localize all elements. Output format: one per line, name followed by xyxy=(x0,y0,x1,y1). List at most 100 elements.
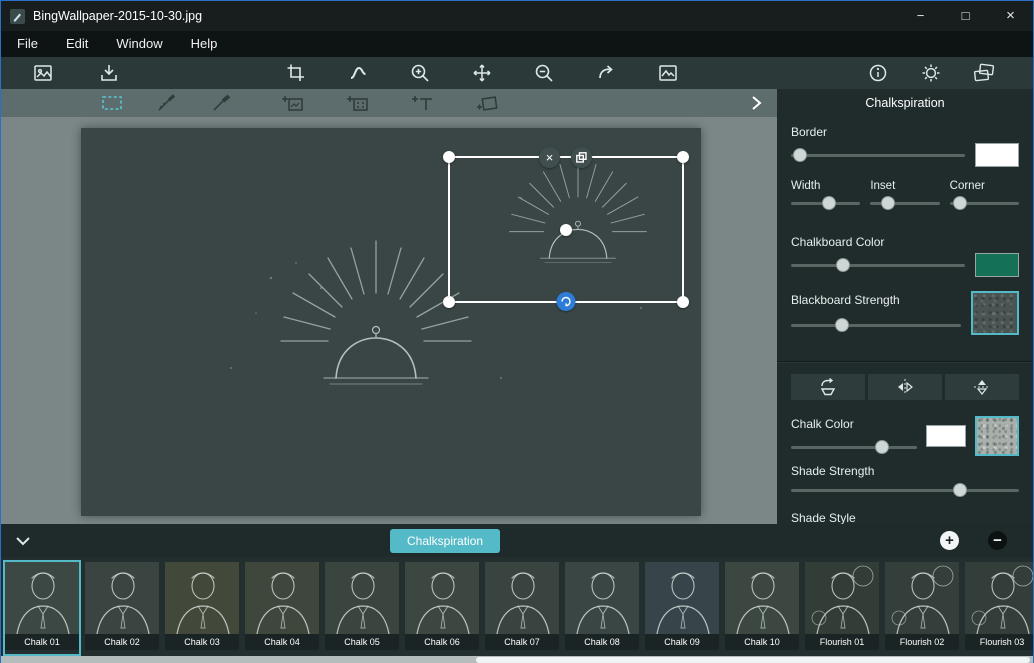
selection-handle-bottom-left[interactable] xyxy=(443,296,455,308)
selection-handle-top-left[interactable] xyxy=(443,151,455,163)
scrollbar-thumb[interactable] xyxy=(476,657,1030,663)
filmstrip-item[interactable]: Chalk 03 xyxy=(163,560,241,656)
duplicate-selection-button[interactable] xyxy=(571,147,592,168)
thumbnail-label: Chalk 08 xyxy=(565,634,639,650)
thumbnail-image xyxy=(965,562,1033,634)
chalkboard-color-label: Chalkboard Color xyxy=(791,235,1019,249)
add-text-icon[interactable] xyxy=(409,90,435,116)
filmstrip-item[interactable]: Flourish 03 xyxy=(963,560,1033,656)
filmstrip-item[interactable]: Chalk 02 xyxy=(83,560,161,656)
select-tool-icon[interactable] xyxy=(99,90,125,116)
panel-title: Chalkspiration xyxy=(777,89,1033,117)
redo-icon[interactable] xyxy=(591,58,621,88)
filmstrip-item[interactable]: Flourish 01 xyxy=(803,560,881,656)
filmstrip: Chalk 01 Chalk 02 Chalk 03 Chalk 04 Chal… xyxy=(1,557,1033,656)
rotate-button[interactable] xyxy=(791,374,865,400)
menu-edit[interactable]: Edit xyxy=(52,31,102,57)
flip-horizontal-button[interactable] xyxy=(868,374,942,400)
app-window: BingWallpaper-2015-10-30.jpg − □ × File … xyxy=(0,0,1034,663)
crop-icon[interactable] xyxy=(281,58,311,88)
thumbnail-image xyxy=(405,562,479,634)
bottombar: Chalkspiration + − xyxy=(1,524,1033,557)
blackboard-strength-label: Blackboard Strength xyxy=(791,293,961,307)
filmstrip-item[interactable]: Chalk 08 xyxy=(563,560,641,656)
add-pattern-icon[interactable] xyxy=(344,90,370,116)
filmstrip-item[interactable]: Chalk 01 xyxy=(3,560,81,656)
blackboard-strength-slider[interactable] xyxy=(791,317,961,333)
zoom-out-icon[interactable] xyxy=(529,58,559,88)
window-controls: − □ × xyxy=(898,1,1033,31)
selection-handle-top-right[interactable] xyxy=(677,151,689,163)
expand-chevron-icon[interactable] xyxy=(743,90,769,116)
thumbnail-label: Flourish 01 xyxy=(805,634,879,650)
chalk-color-slider[interactable] xyxy=(791,439,917,455)
selection-box[interactable]: × xyxy=(448,156,684,303)
window-title: BingWallpaper-2015-10-30.jpg xyxy=(33,9,202,23)
selection-handle-center[interactable] xyxy=(560,224,572,236)
thumbnail-label: Chalk 04 xyxy=(245,634,319,650)
zoom-in-icon[interactable] xyxy=(405,58,435,88)
corner-label: Corner xyxy=(950,179,1019,193)
effects-gallery-icon[interactable] xyxy=(969,58,999,88)
filmstrip-item[interactable]: Chalk 04 xyxy=(243,560,321,656)
delete-selection-button[interactable]: × xyxy=(539,147,560,168)
settings-gear-icon[interactable] xyxy=(916,58,946,88)
border-color-swatch[interactable] xyxy=(975,143,1019,167)
canvas-image[interactable]: × xyxy=(81,128,701,516)
filmstrip-item[interactable]: Chalk 07 xyxy=(483,560,561,656)
thumbnail-image xyxy=(485,562,559,634)
collapse-chevron-icon[interactable] xyxy=(15,536,31,546)
blackboard-texture-swatch[interactable] xyxy=(971,291,1019,335)
canvas-area[interactable]: × xyxy=(1,117,777,524)
chalkboard-color-slider[interactable] xyxy=(791,257,965,273)
thumbnail-image xyxy=(885,562,959,634)
thumbnail-image xyxy=(805,562,879,634)
toolbar xyxy=(1,57,1033,89)
maximize-button[interactable]: □ xyxy=(943,1,988,31)
move-icon[interactable] xyxy=(467,58,497,88)
width-slider[interactable] xyxy=(791,195,860,211)
main-area: × Border Width xyxy=(1,117,1033,524)
chalk-texture-swatch[interactable] xyxy=(975,416,1019,456)
filmstrip-item[interactable]: Chalk 05 xyxy=(323,560,401,656)
eraser-tool-icon[interactable] xyxy=(209,90,235,116)
thumbnail-image xyxy=(85,562,159,634)
thumbnails-zoom-in-button[interactable]: + xyxy=(940,531,959,550)
horizontal-scrollbar[interactable] xyxy=(1,656,1033,663)
selection-handle-bottom-right[interactable] xyxy=(677,296,689,308)
chalk-color-swatch[interactable] xyxy=(926,425,966,447)
add-shape-icon[interactable] xyxy=(474,90,500,116)
menubar: File Edit Window Help xyxy=(1,31,1033,57)
corner-slider[interactable] xyxy=(950,195,1019,211)
filmstrip-item[interactable]: Chalk 06 xyxy=(403,560,481,656)
filmstrip-item[interactable]: Chalk 10 xyxy=(723,560,801,656)
border-slider[interactable] xyxy=(791,147,965,163)
menu-file[interactable]: File xyxy=(1,31,52,57)
inset-slider[interactable] xyxy=(870,195,939,211)
info-icon[interactable] xyxy=(863,58,893,88)
open-image-icon[interactable] xyxy=(28,58,58,88)
flip-vertical-button[interactable] xyxy=(945,374,1019,400)
current-effect-button[interactable]: Chalkspiration xyxy=(390,529,500,553)
thumbnails-zoom-out-button[interactable]: − xyxy=(988,531,1007,550)
thumbnail-label: Flourish 02 xyxy=(885,634,959,650)
filmstrip-item[interactable]: Chalk 09 xyxy=(643,560,721,656)
thumbnail-image xyxy=(165,562,239,634)
thumbnail-label: Flourish 03 xyxy=(965,634,1033,650)
chalkboard-color-swatch[interactable] xyxy=(975,253,1019,277)
subtoolbar: Chalkspiration xyxy=(1,89,1033,117)
chalk-color-label: Chalk Color xyxy=(791,417,917,431)
menu-window[interactable]: Window xyxy=(102,31,176,57)
rotate-handle[interactable] xyxy=(557,292,576,311)
thumbnail-image xyxy=(565,562,639,634)
close-button[interactable]: × xyxy=(988,1,1033,31)
shade-strength-slider[interactable] xyxy=(791,482,1019,498)
filmstrip-item[interactable]: Flourish 02 xyxy=(883,560,961,656)
menu-help[interactable]: Help xyxy=(177,31,232,57)
brush-tool-icon[interactable] xyxy=(154,90,180,116)
save-icon[interactable] xyxy=(94,58,124,88)
insert-image-icon[interactable] xyxy=(653,58,683,88)
add-image-icon[interactable] xyxy=(279,90,305,116)
draw-curve-icon[interactable] xyxy=(343,58,373,88)
minimize-button[interactable]: − xyxy=(898,1,943,31)
